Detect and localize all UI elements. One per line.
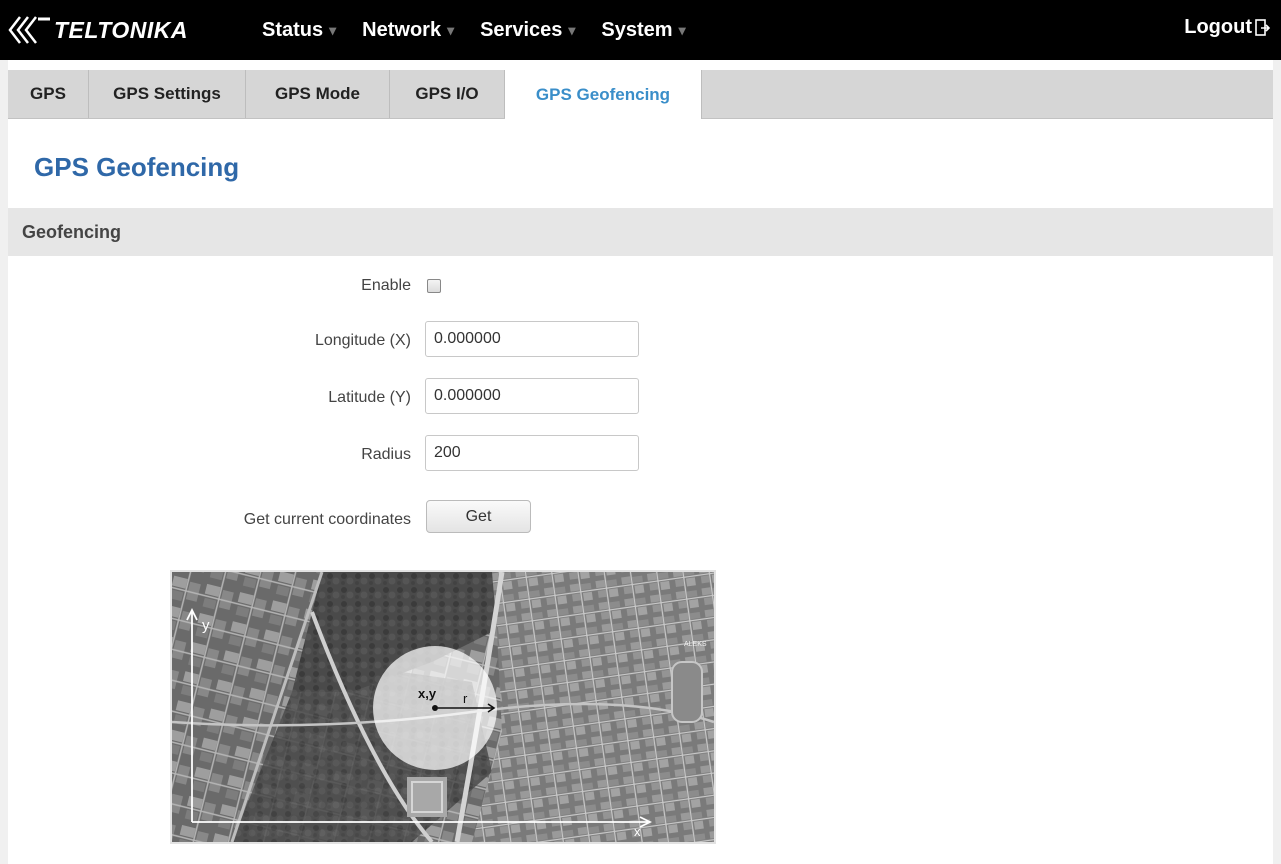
enable-row: Enable (0, 270, 1281, 310)
menu-status-label: Status (262, 18, 324, 41)
menu-services-label: Services (480, 18, 563, 41)
brand-name: TELTONIKA (54, 16, 188, 43)
tab-gps-settings-label: GPS Settings (113, 84, 221, 103)
x-axis-label: x (634, 824, 641, 839)
tab-gps-settings[interactable]: GPS Settings (89, 70, 246, 118)
radius-input[interactable] (425, 435, 639, 471)
map-place-label: ALEKS (684, 641, 707, 648)
logout-link[interactable]: Logout (1184, 16, 1271, 39)
menu-services[interactable]: Services ▾ (480, 19, 575, 42)
chevron-down-icon: ▾ (678, 21, 686, 38)
latitude-input[interactable] (425, 378, 639, 414)
longitude-row: Longitude (X) (0, 321, 1281, 361)
tab-bar: GPS GPS Settings GPS Mode GPS I/O GPS Ge… (8, 70, 1273, 119)
section-title: Geofencing (22, 222, 122, 242)
menu-system[interactable]: System ▾ (601, 19, 685, 42)
longitude-label: Longitude (X) (314, 332, 411, 349)
tab-gps-label: GPS (30, 84, 66, 103)
tab-gps-mode[interactable]: GPS Mode (246, 70, 390, 118)
radius-label: Radius (361, 446, 411, 463)
page-title: GPS Geofencing (34, 152, 240, 182)
brand-logo[interactable]: TELTONIKA (8, 10, 188, 50)
chevron-down-icon: ▾ (447, 21, 455, 38)
radius-label: r (463, 691, 468, 706)
top-navigation-bar: TELTONIKA Status ▾ Network ▾ Services ▾ … (0, 0, 1281, 60)
latitude-label: Latitude (Y) (328, 389, 411, 406)
radius-row: Radius (0, 435, 1281, 475)
main-menu: Status ▾ Network ▾ Services ▾ System ▾ (262, 0, 712, 60)
y-axis-label: y (202, 617, 210, 634)
section-header: Geofencing (8, 208, 1273, 256)
latitude-row: Latitude (Y) (0, 378, 1281, 418)
teltonika-logo-icon (8, 16, 50, 44)
get-coordinates-button[interactable]: Get (426, 500, 531, 533)
tab-gps-geofencing-label: GPS Geofencing (535, 84, 671, 104)
center-label: x,y (418, 686, 437, 701)
chevron-down-icon: ▾ (329, 21, 337, 38)
menu-network[interactable]: Network ▾ (362, 19, 454, 42)
geofence-illustration-map: ALEKS x,y r y x (170, 570, 716, 844)
satellite-map-image: ALEKS x,y r y x (172, 572, 714, 842)
menu-network-label: Network (362, 18, 442, 41)
get-coords-label: Get current coordinates (243, 511, 411, 528)
geofence-center-point (432, 705, 438, 711)
tab-gps-mode-label: GPS Mode (274, 84, 360, 103)
tab-gps-io[interactable]: GPS I/O (390, 70, 505, 118)
tab-gps-io-label: GPS I/O (415, 84, 479, 103)
tab-gps[interactable]: GPS (8, 70, 89, 118)
menu-status[interactable]: Status ▾ (262, 19, 336, 42)
longitude-input[interactable] (425, 321, 639, 357)
chevron-down-icon: ▾ (568, 21, 576, 38)
get-coords-row: Get current coordinates Get (0, 500, 1281, 540)
logout-icon (1255, 18, 1271, 36)
logout-label: Logout (1184, 16, 1252, 38)
menu-system-label: System (601, 18, 673, 41)
enable-checkbox[interactable] (427, 279, 441, 293)
enable-label: Enable (361, 277, 411, 294)
tab-gps-geofencing[interactable]: GPS Geofencing (505, 70, 702, 119)
